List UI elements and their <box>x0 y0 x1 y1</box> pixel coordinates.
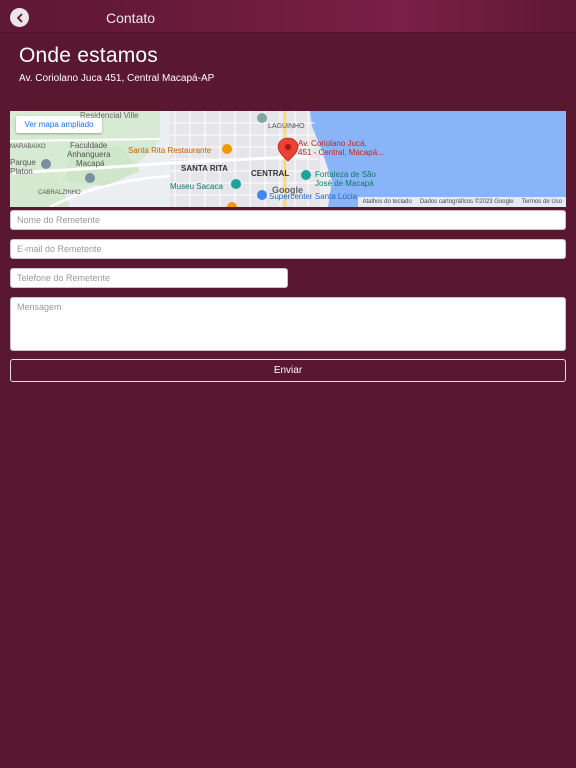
map-label: 451 - Central, Macapá... <box>298 148 384 157</box>
app-header: Contato <box>0 0 576 33</box>
map-label: Santa Rita Restaurante <box>128 146 212 155</box>
sender-phone-input[interactable] <box>10 268 288 288</box>
back-button[interactable] <box>10 8 29 27</box>
map-label: Anhanguera <box>67 150 111 159</box>
map-label: José de Macapá <box>315 179 374 188</box>
message-textarea[interactable] <box>10 297 566 351</box>
map-label: Museu Sacaca <box>170 182 223 191</box>
chevron-left-icon <box>16 13 22 22</box>
sender-name-input[interactable] <box>10 210 566 230</box>
send-button[interactable]: Enviar <box>10 359 566 382</box>
map-label: Av. Coriolano Jucá, <box>298 139 367 148</box>
map-data-text: Dados cartográficos ©2023 Google <box>419 199 514 205</box>
map-label: CENTRAL <box>251 169 290 178</box>
keyboard-shortcuts-link[interactable]: Atalhos do teclado <box>358 197 415 207</box>
map-label: Residencial Ville <box>80 111 139 120</box>
map-label: Macapá <box>76 159 105 168</box>
page-title: Onde estamos <box>19 44 158 67</box>
map-label: CABRALZINHO <box>38 190 81 196</box>
map-footer: Atalhos do teclado Dados cartográficos ©… <box>358 197 566 207</box>
map-label: MARABAIXO <box>10 144 46 150</box>
map-label: Parque <box>10 158 36 167</box>
header-title: Contato <box>106 10 156 26</box>
address-text: Av. Coriolano Juca 451, Central Macapá-A… <box>19 73 215 84</box>
sender-email-input[interactable] <box>10 239 566 259</box>
terms-link[interactable]: Termos de Uso <box>518 197 566 207</box>
map-label: LAGUINHO <box>268 123 305 130</box>
google-logo: Google <box>272 185 303 195</box>
map-label: Platon <box>10 167 33 176</box>
map-label: SANTA RITA <box>181 164 228 173</box>
map-label: Faculdade <box>70 141 108 150</box>
map-label: Fortaleza de São <box>315 170 376 179</box>
embedded-map[interactable]: Ver mapa ampliado Residencial Ville LAGU… <box>10 111 566 207</box>
